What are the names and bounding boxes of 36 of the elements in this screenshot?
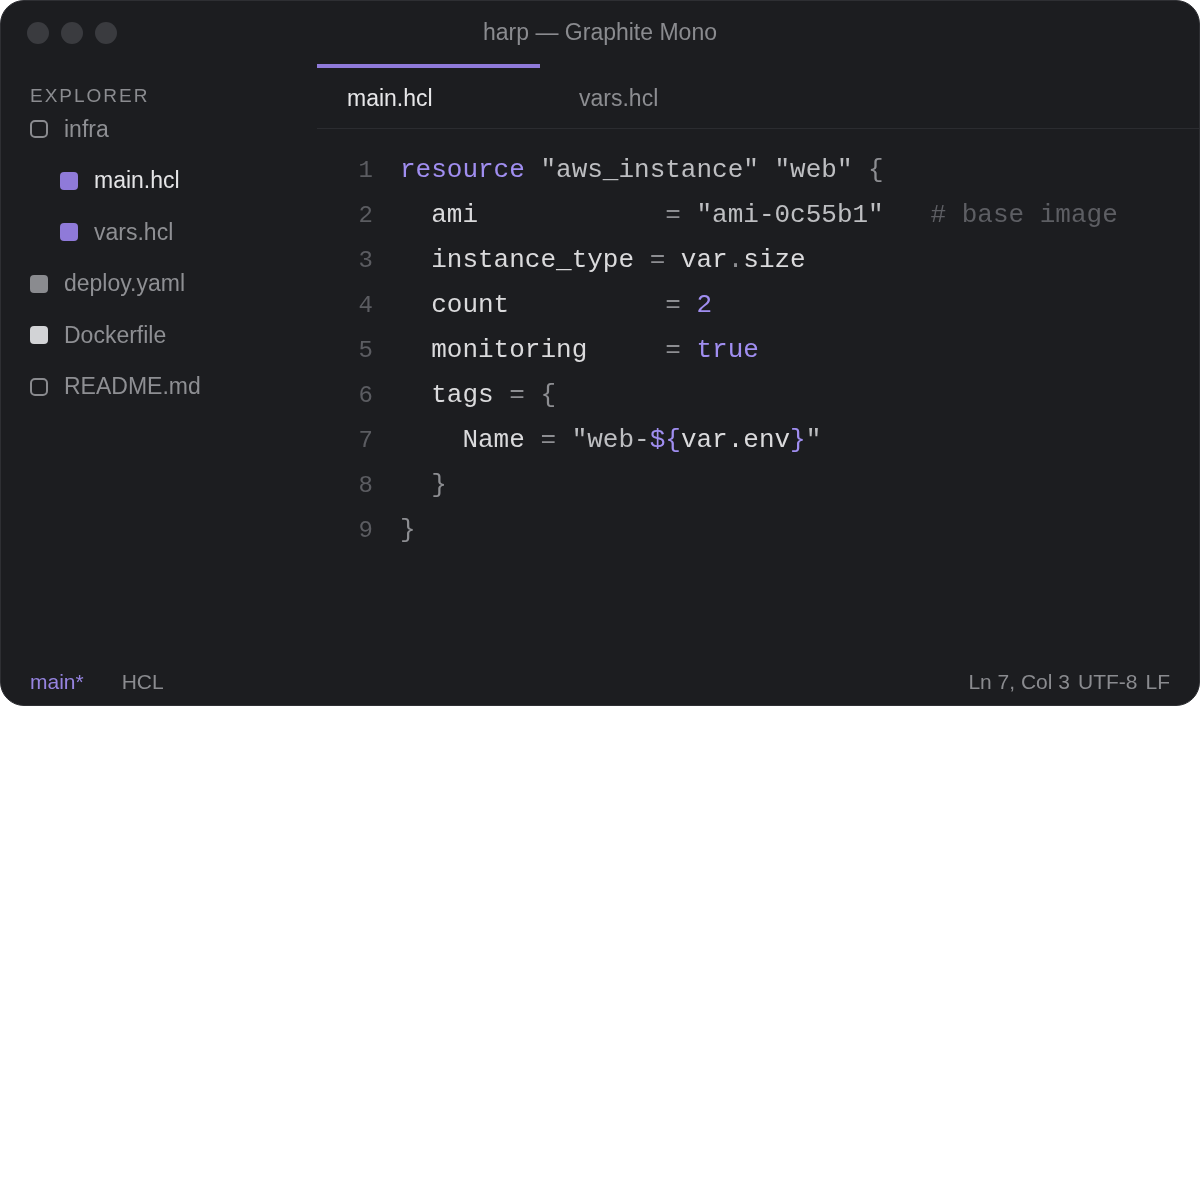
file-item[interactable]: deploy.yaml — [30, 266, 186, 301]
language-label[interactable]: HCL — [121, 666, 164, 698]
line-number: 8 — [357, 470, 373, 501]
code-line: } — [400, 514, 416, 547]
code-line: resource "aws_instance" "web" { — [400, 154, 884, 187]
cursor-position[interactable]: Ln 7, Col 3 — [968, 666, 1070, 698]
code-line: } — [430, 469, 447, 502]
line-number: 7 — [357, 425, 373, 456]
window-title: harp — Graphite Mono — [483, 18, 717, 48]
line-number: 1 — [357, 155, 373, 186]
close-button[interactable] — [27, 21, 49, 44]
maximize-button[interactable] — [95, 21, 117, 44]
file-item[interactable]: vars.hcl — [60, 214, 174, 250]
editor-tab[interactable]: main.hcl — [317, 64, 540, 128]
encoding-label[interactable]: UTF-8 — [1078, 666, 1138, 698]
line-number: 6 — [357, 380, 373, 411]
line-number: 5 — [357, 335, 373, 366]
code-line: instance_type = var.size — [430, 244, 806, 277]
line-number: 3 — [357, 245, 373, 276]
file-item[interactable]: Dockerfile — [30, 317, 167, 353]
file-item[interactable]: README.md — [30, 369, 201, 404]
sidebar-heading: EXPLORER — [30, 84, 150, 108]
line-ending-label[interactable]: LF — [1145, 666, 1170, 698]
branch-label[interactable]: main* — [30, 666, 84, 698]
folder-item[interactable]: infra — [30, 111, 109, 147]
editor-tab[interactable]: vars.hcl — [549, 64, 772, 128]
code-line: count = 2 — [430, 289, 713, 322]
line-number: 4 — [357, 290, 373, 321]
code-line: ami = "ami-0c55b1" # base image — [430, 199, 1118, 232]
line-number: 2 — [357, 200, 373, 231]
file-item[interactable]: main.hcl — [60, 163, 180, 198]
code-line: monitoring = true — [430, 334, 759, 367]
minimize-button[interactable] — [61, 21, 83, 44]
code-line: tags = { — [430, 379, 557, 412]
line-number: 9 — [357, 515, 373, 546]
code-line: Name = "web-${var.env}" — [461, 424, 822, 457]
